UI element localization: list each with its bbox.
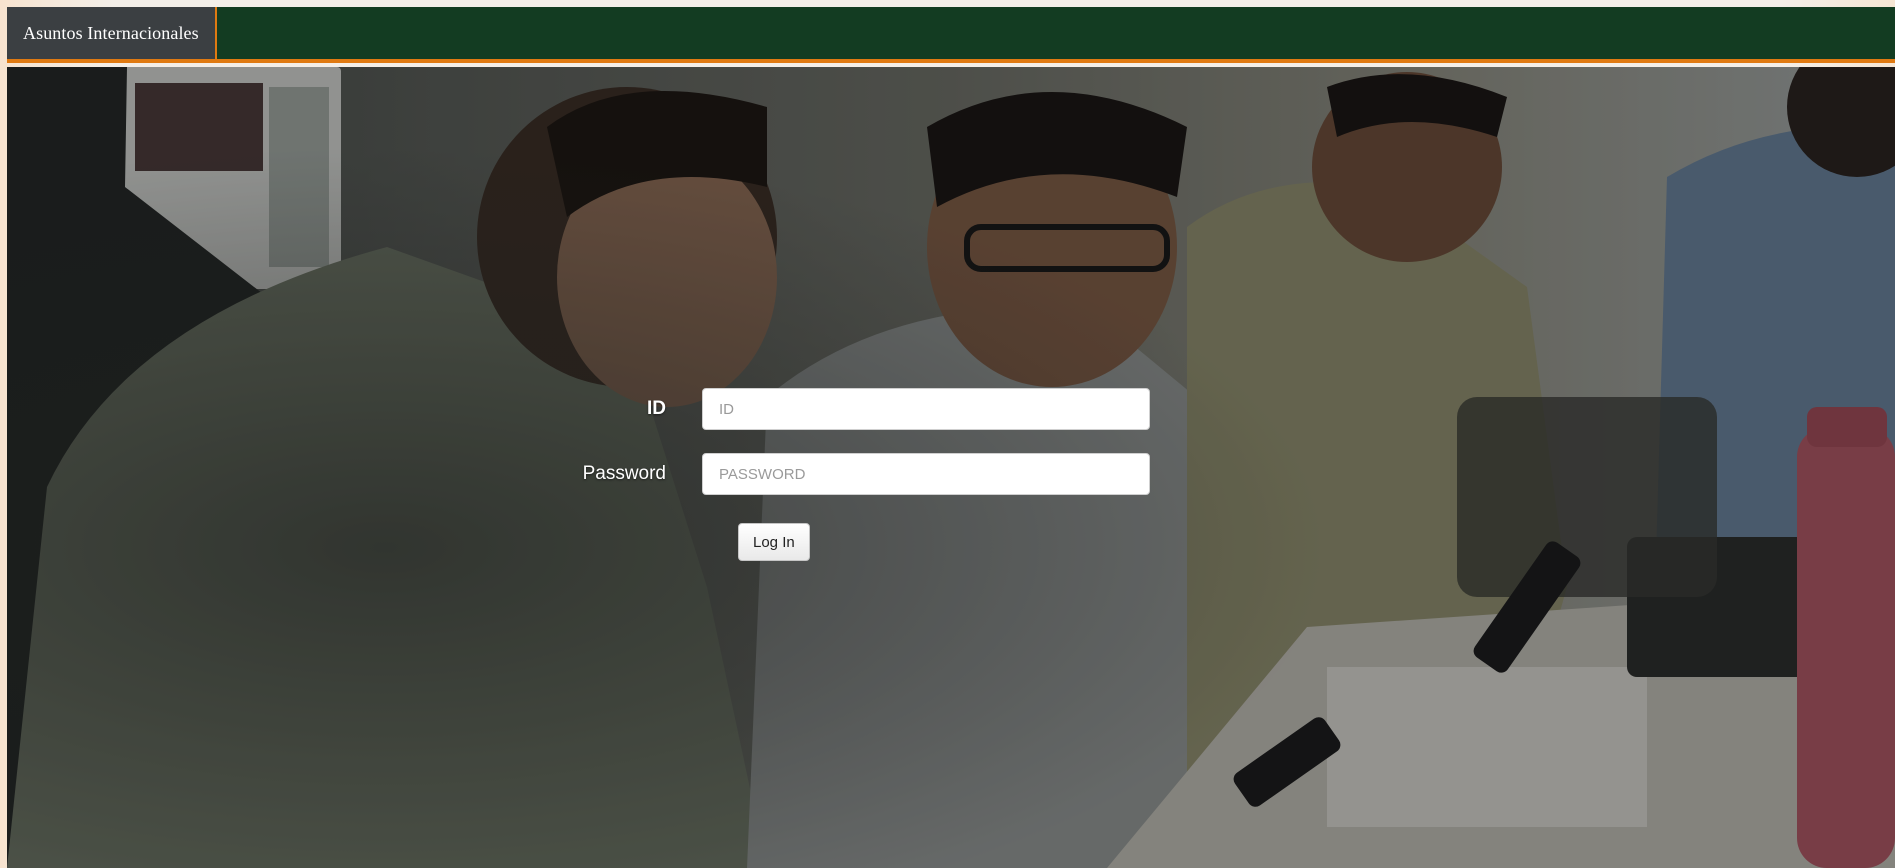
id-row: ID (567, 388, 1150, 430)
id-input[interactable] (702, 388, 1150, 430)
top-navbar: Asuntos Internacionales (7, 7, 1895, 63)
brand-link[interactable]: Asuntos Internacionales (7, 7, 217, 59)
login-button[interactable]: Log In (738, 523, 810, 561)
id-label: ID (647, 398, 666, 419)
login-form: ID Password Log In (7, 67, 1895, 868)
submit-row: Log In (738, 523, 810, 561)
password-input[interactable] (702, 453, 1150, 495)
password-row: Password (567, 453, 1150, 495)
password-label: Password (582, 463, 666, 484)
hero-section: ID Password Log In (7, 67, 1895, 868)
